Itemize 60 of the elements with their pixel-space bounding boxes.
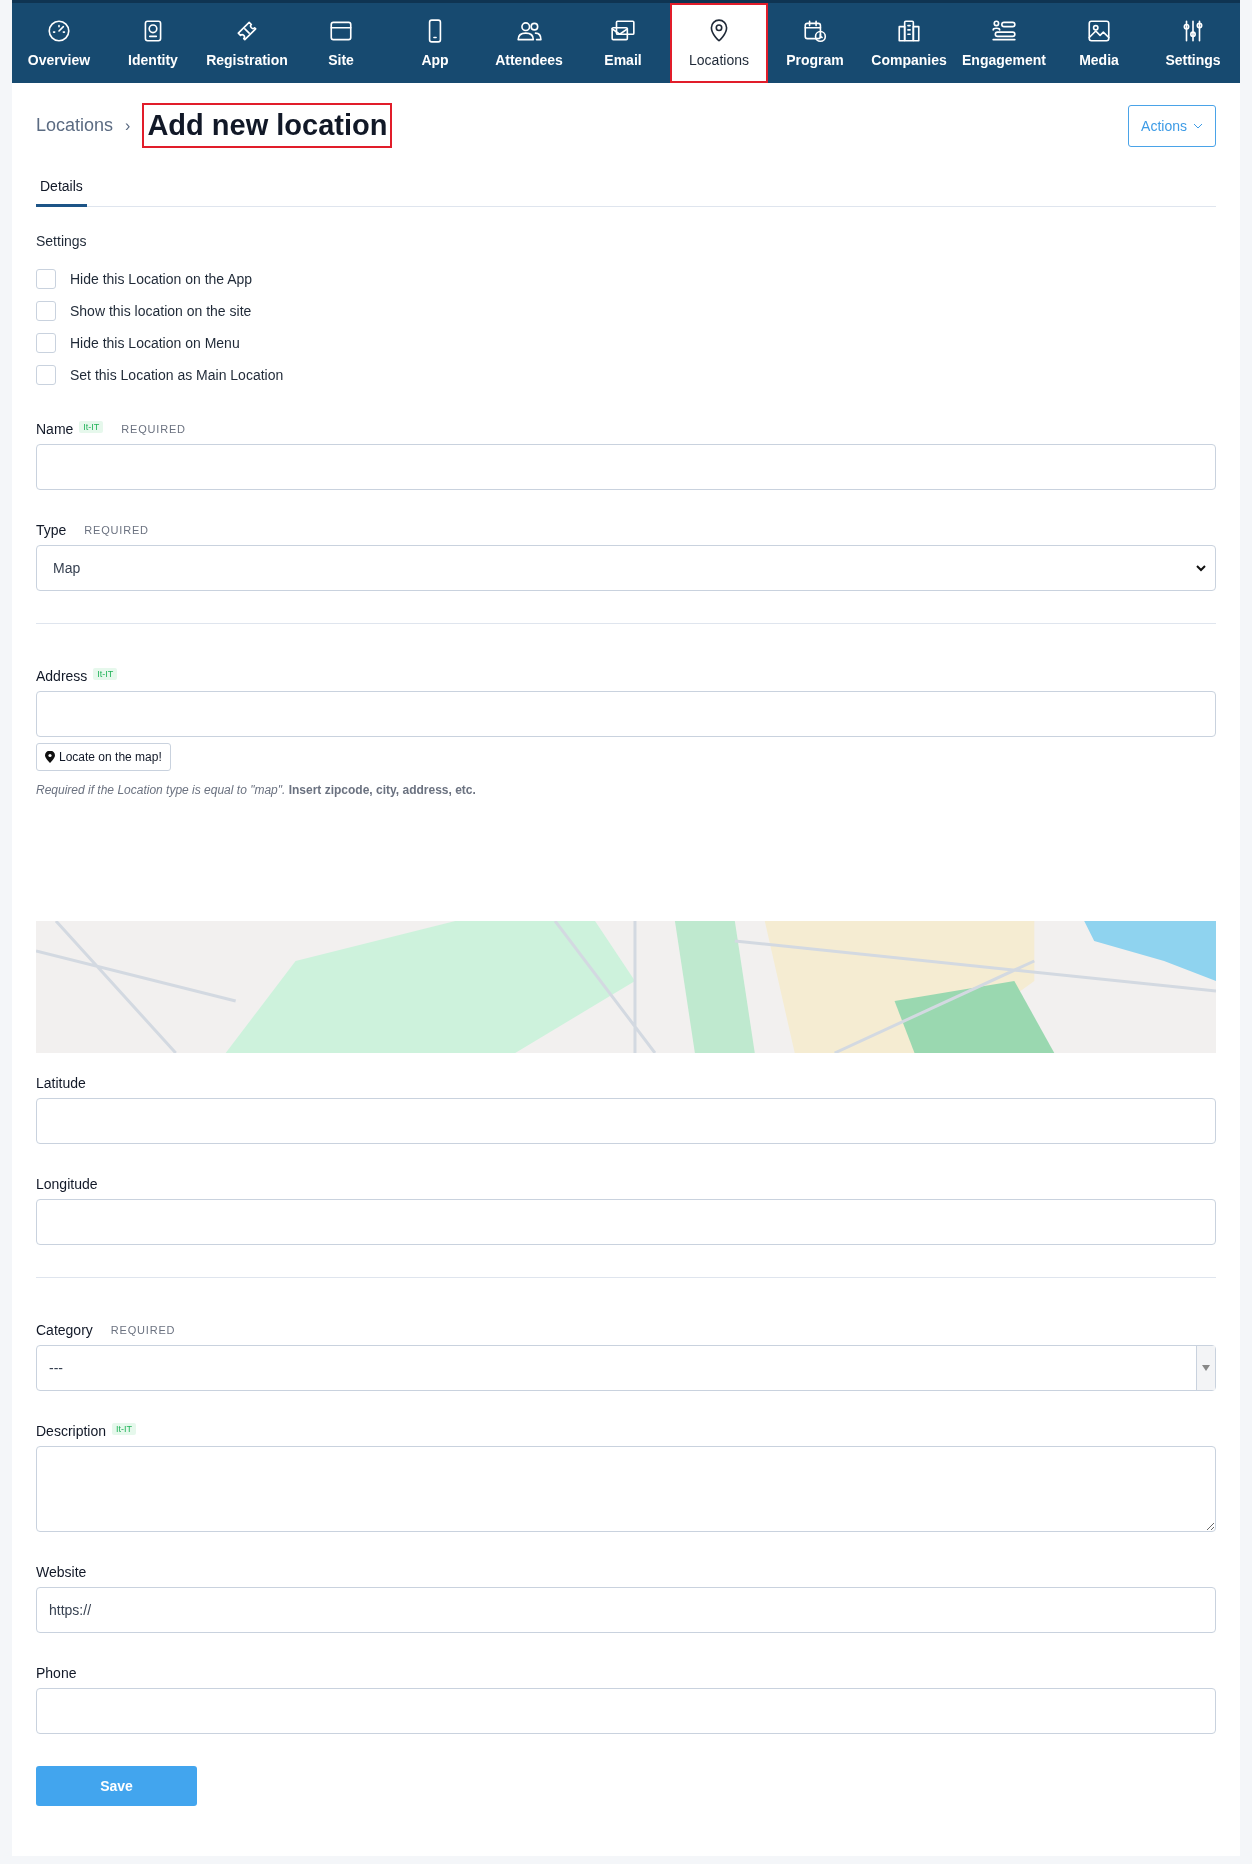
caret-icon [1202,1365,1210,1371]
help-text: Required if the Location type is equal to "map". Insert zipcode, city, address, etc. [36,783,477,797]
required-label: REQUIRED [84,524,149,536]
breadcrumb-link[interactable]: Locations [36,115,114,136]
field-label: Address [36,668,88,684]
locale-badge: It-IT [93,668,118,680]
field-label: Category [36,1322,93,1338]
required-label: REQUIRED [110,1324,176,1336]
nav-tab[interactable]: Site [294,3,388,83]
checkbox-label: Show this location on the site [70,303,252,319]
nav-tab[interactable]: Program [768,3,862,83]
image-icon [1086,18,1112,44]
text-area[interactable] [36,1446,1216,1532]
text-input[interactable] [36,444,1216,490]
checkbox[interactable] [36,301,56,321]
building-icon [896,18,922,44]
select-field[interactable]: Map [36,545,1216,591]
checkbox[interactable] [36,333,56,353]
checkbox[interactable] [36,365,56,385]
field-label: Website [36,1564,87,1580]
checkbox-label: Hide this Location on the App [70,271,253,287]
field-label: Type [36,522,67,538]
page-title: Add new location [142,103,393,148]
field-label: Longitude [36,1176,98,1192]
checkbox[interactable] [36,269,56,289]
checkbox-label: Hide this Location on Menu [70,335,240,351]
text-input[interactable]: https:// [36,1587,1216,1633]
nav-tab[interactable]: Settings [1146,3,1240,83]
nav-tab[interactable]: Locations [670,3,768,83]
chevron-icon [1195,562,1207,574]
text-input[interactable] [36,691,1216,737]
nav-tab[interactable]: Engagement [956,3,1052,83]
section-heading: Settings [36,233,88,249]
details-tab[interactable]: Details [36,168,87,207]
map-placeholder[interactable] [36,921,1216,1053]
select-field[interactable]: --- [36,1345,1216,1391]
field-label: Description [36,1423,107,1439]
text-input[interactable] [36,1688,1216,1734]
nav-tab[interactable]: App [388,3,482,83]
locale-badge: It-IT [112,1423,137,1435]
checkbox-label: Set this Location as Main Location [70,367,284,383]
field-label: Phone [36,1665,77,1681]
nav-tab[interactable]: Attendees [482,3,576,83]
nav-tab[interactable]: Media [1052,3,1146,83]
field-label: Name [36,421,74,437]
nav-tab[interactable]: Identity [106,3,200,83]
text-input[interactable] [36,1098,1216,1144]
breadcrumb-separator: › [125,116,131,135]
field-label: Latitude [36,1075,86,1091]
text-input[interactable] [36,1199,1216,1245]
gauge-icon [46,18,72,44]
calendar-clock-icon [802,18,828,44]
map-pin-icon [45,751,55,763]
nav-tab[interactable]: Overview [12,3,106,83]
locale-badge: It-IT [79,421,104,433]
locate-button[interactable]: Locate on the map! [36,743,171,771]
nav-tab[interactable]: Email [576,3,670,83]
required-label: REQUIRED [121,423,186,435]
nav-tab[interactable]: Companies [862,3,956,83]
nav-tab[interactable]: Registration [200,3,294,83]
